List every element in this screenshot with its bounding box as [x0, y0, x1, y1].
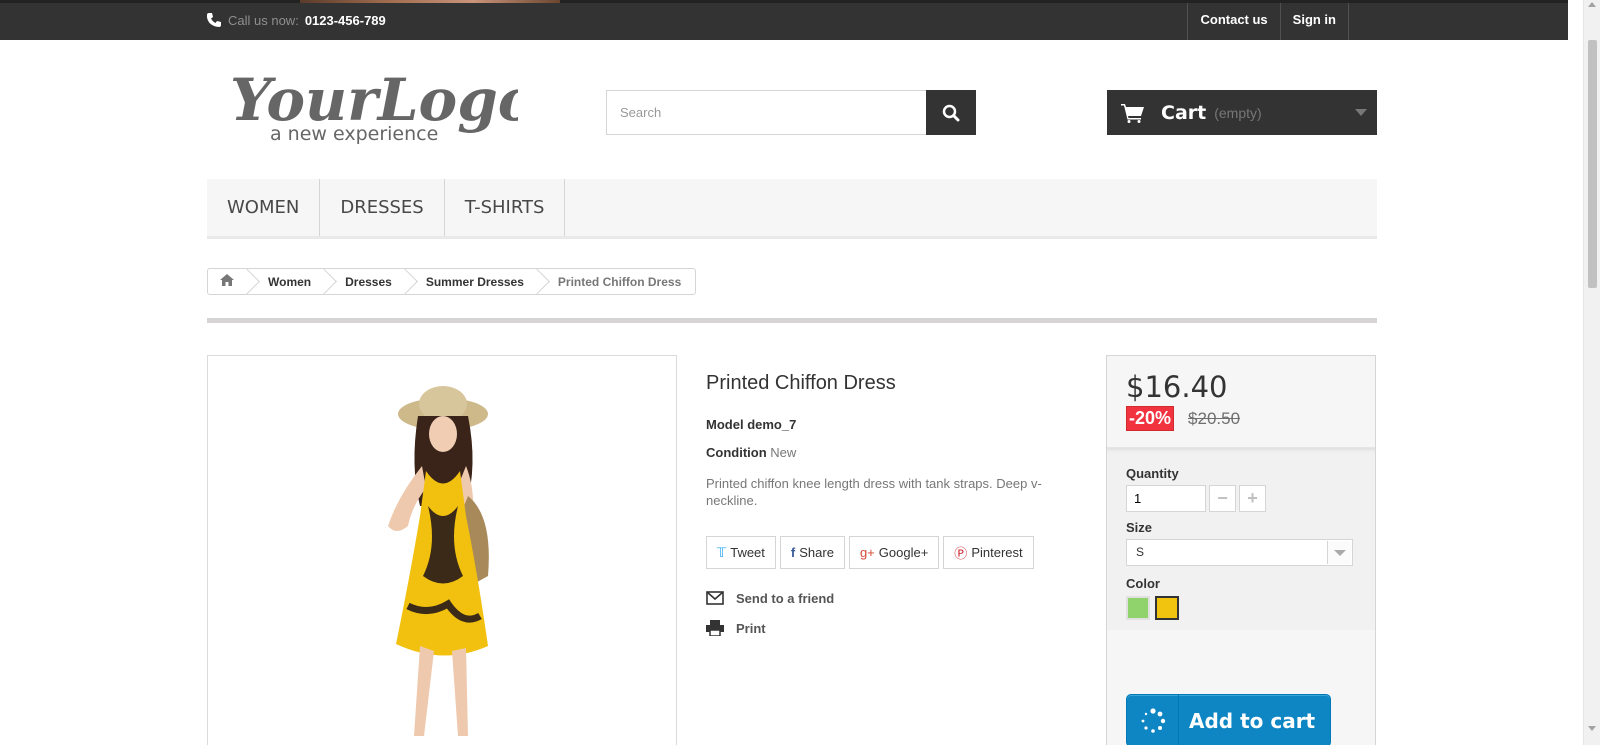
- discount-badge: -20%: [1126, 406, 1175, 431]
- quantity-input[interactable]: [1126, 485, 1206, 512]
- phone-number: 0123-456-789: [304, 12, 386, 28]
- tweet-button[interactable]: 𝕋 Tweet: [706, 536, 776, 569]
- breadcrumb-label: Printed Chiffon Dress: [557, 274, 682, 289]
- color-swatch-yellow[interactable]: [1155, 596, 1179, 620]
- send-to-friend-link[interactable]: Send to a friend: [706, 583, 1056, 613]
- banner-strip: [300, 0, 560, 3]
- size-select[interactable]: S: [1126, 539, 1353, 566]
- size-value: S: [1136, 545, 1145, 559]
- printer-icon: [706, 620, 724, 636]
- scroll-down-icon[interactable]: [1588, 726, 1596, 731]
- logo-tagline: a new experience: [270, 123, 438, 145]
- googleplus-button[interactable]: g+ Google+: [848, 536, 940, 569]
- home-icon: [220, 274, 234, 286]
- site-logo[interactable]: YourLogo a new experience: [228, 58, 536, 148]
- breadcrumb-current: Printed Chiffon Dress: [538, 269, 695, 294]
- print-label: Print: [736, 620, 766, 636]
- call-label: Call us now:: [228, 12, 299, 28]
- add-to-cart-button[interactable]: Add to cart: [1126, 694, 1331, 745]
- menu-item-dresses[interactable]: DRESSES: [320, 179, 445, 236]
- cart-icon: [1121, 103, 1144, 123]
- product-condition: Condition New: [706, 445, 1056, 460]
- call-us: Call us now: 0123-456-789: [206, 12, 386, 28]
- tweet-label: Tweet: [730, 545, 765, 560]
- size-label: Size: [1126, 520, 1153, 535]
- facebook-icon: f: [790, 545, 796, 560]
- search-input[interactable]: [606, 90, 926, 135]
- pinterest-icon: Ⓟ: [954, 546, 968, 561]
- main-menu: WOMEN DRESSES T-SHIRTS: [207, 179, 1377, 239]
- quantity-stepper: − +: [1126, 485, 1356, 512]
- product-actions: Send to a friend Print: [706, 583, 1056, 643]
- pinterest-button[interactable]: Ⓟ Pinterest: [943, 536, 1034, 569]
- top-bar: Call us now: 0123-456-789 Contact us Sig…: [0, 0, 1568, 40]
- minus-icon[interactable]: −: [1209, 485, 1236, 512]
- model-label: Model: [706, 417, 744, 432]
- spinner-icon: [1127, 695, 1179, 745]
- send-to-friend-label: Send to a friend: [736, 590, 835, 606]
- search-button[interactable]: [926, 90, 976, 135]
- product-options: Quantity − + Size S Color: [1107, 447, 1375, 630]
- menu-item-tshirts[interactable]: T-SHIRTS: [445, 179, 566, 236]
- quantity-label: Quantity: [1126, 466, 1179, 481]
- share-label: Share: [799, 545, 834, 560]
- share-button[interactable]: f Share: [779, 536, 845, 569]
- color-swatch-green[interactable]: [1126, 596, 1150, 620]
- product-description: Printed chiffon knee length dress with t…: [706, 476, 1042, 508]
- top-nav: Contact us Sign in: [1187, 3, 1349, 40]
- add-to-cart-label: Add to cart: [1189, 708, 1316, 733]
- product-title: Printed Chiffon Dress: [706, 372, 896, 394]
- color-swatches: [1126, 596, 1356, 620]
- search-bar: [606, 90, 976, 135]
- dress-photo: [388, 386, 489, 736]
- cart-label: Cart: [1161, 101, 1207, 124]
- condition-value: New: [770, 445, 797, 460]
- googleplus-label: Google+: [878, 545, 929, 560]
- pinterest-label: Pinterest: [971, 545, 1023, 560]
- contact-us-link[interactable]: Contact us: [1187, 3, 1279, 40]
- chevron-down-icon[interactable]: [1327, 541, 1351, 564]
- search-icon: [942, 104, 960, 121]
- twitter-icon: 𝕋: [717, 544, 727, 560]
- breadcrumb-home[interactable]: [208, 269, 248, 294]
- chevron-down-icon: [1355, 109, 1367, 116]
- print-link[interactable]: Print: [706, 613, 1056, 643]
- breadcrumb: Women Dresses Summer Dresses Printed Chi…: [207, 268, 697, 295]
- scroll-up-icon[interactable]: [1588, 2, 1596, 7]
- breadcrumb-dresses[interactable]: Dresses: [325, 269, 406, 294]
- breadcrumb-summer-dresses[interactable]: Summer Dresses: [406, 269, 538, 294]
- model-value: demo_7: [747, 417, 797, 432]
- menu-item-women[interactable]: WOMEN: [207, 179, 321, 236]
- phone-icon: [206, 13, 221, 27]
- product-model: Model demo_7: [706, 417, 1056, 432]
- old-price: $20.50: [1188, 408, 1241, 428]
- product-image[interactable]: [207, 355, 677, 745]
- price-area: $16.40 -20% $20.50: [1107, 356, 1375, 447]
- plus-icon[interactable]: +: [1239, 485, 1266, 512]
- breadcrumb-label: Women: [268, 274, 312, 289]
- cart-button[interactable]: Cart (empty): [1107, 90, 1377, 135]
- social-share: 𝕋 Tweet f Share g+ Google+ Ⓟ Pinterest: [706, 536, 1056, 569]
- price-row: -20% $20.50: [1126, 406, 1356, 431]
- color-label: Color: [1126, 576, 1160, 591]
- scrollbar-thumb[interactable]: [1588, 40, 1597, 288]
- googleplus-icon: g+: [859, 545, 875, 560]
- buy-box: $16.40 -20% $20.50 Quantity − + Size S C…: [1106, 355, 1376, 745]
- sign-in-link[interactable]: Sign in: [1279, 3, 1349, 40]
- envelope-icon: [706, 591, 724, 605]
- product-info: Printed Chiffon Dress Model demo_7 Condi…: [706, 372, 1056, 643]
- product-price: $16.40: [1126, 370, 1228, 404]
- breadcrumb-label: Summer Dresses: [425, 274, 524, 289]
- breadcrumb-label: Dresses: [345, 274, 392, 289]
- divider: [207, 318, 1377, 323]
- scrollbar[interactable]: [1583, 0, 1600, 745]
- condition-label: Condition: [706, 445, 767, 460]
- cart-status: (empty): [1214, 104, 1262, 121]
